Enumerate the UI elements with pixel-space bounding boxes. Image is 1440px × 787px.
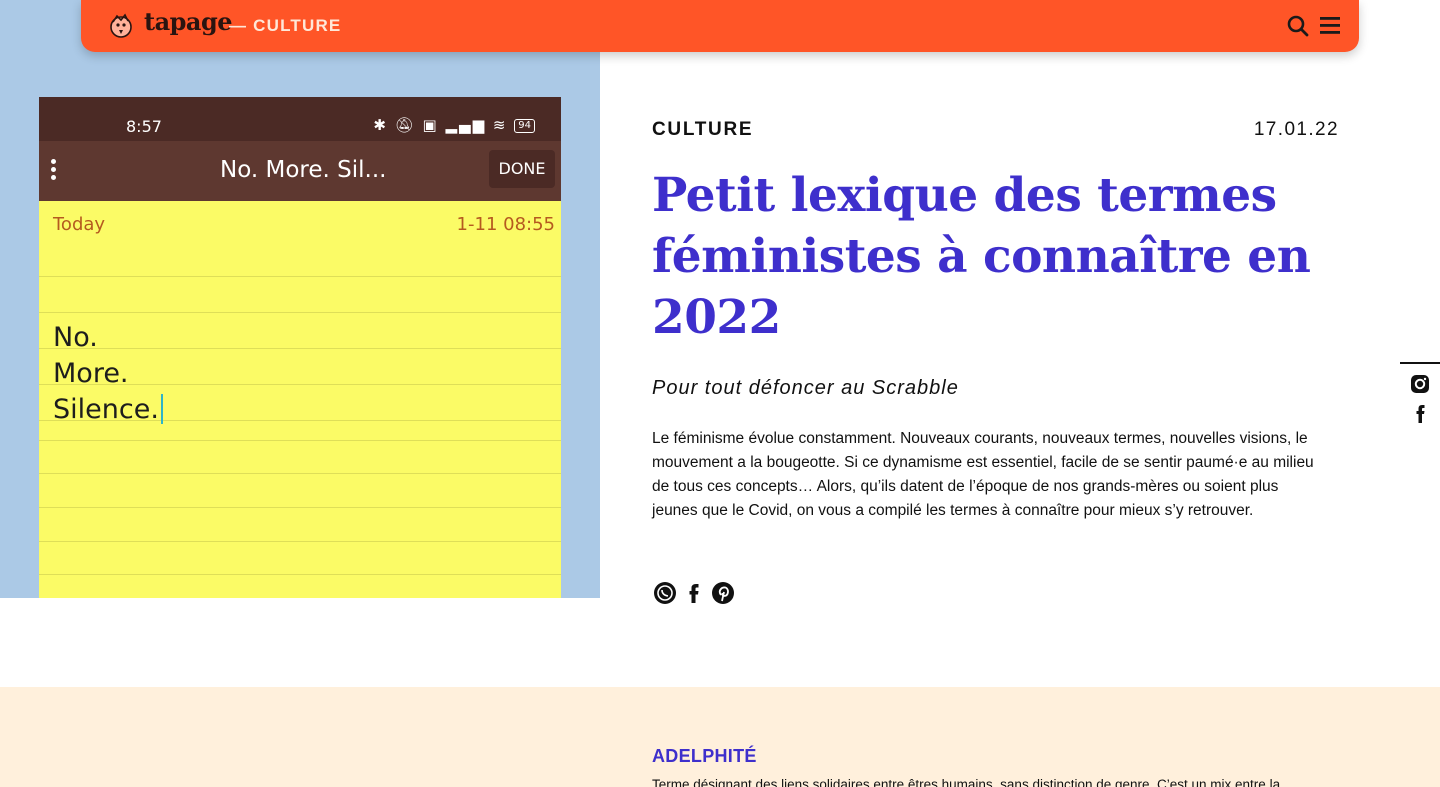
hero-image: 8:57 ✱ 🔕︎ ▣ ▂▄▆ ≋ 94 No. More. Sil... DO…	[0, 0, 600, 598]
hamburger-menu-icon[interactable]	[1318, 12, 1342, 38]
paper-line	[39, 473, 561, 474]
signal-icon: ▂▄▆	[445, 116, 487, 134]
instagram-icon[interactable]	[1410, 374, 1430, 394]
article-subtitle: Pour tout défoncer au Scrabble	[652, 377, 959, 399]
lexicon-definition: Terme désignant des liens solidaires ent…	[652, 777, 1281, 787]
side-social-divider	[1400, 362, 1440, 364]
facebook-icon[interactable]	[681, 580, 707, 606]
search-icon[interactable]	[1285, 13, 1311, 39]
side-social-bar	[1400, 362, 1440, 432]
phone-screenshot: 8:57 ✱ 🔕︎ ▣ ▂▄▆ ≋ 94 No. More. Sil... DO…	[39, 97, 561, 598]
phone-status-icons: ✱ 🔕︎ ▣ ▂▄▆ ≋ 94	[373, 116, 535, 134]
pinterest-icon[interactable]	[710, 580, 736, 606]
phone-done-button: DONE	[489, 150, 555, 188]
phone-status-bar: 8:57 ✱ 🔕︎ ▣ ▂▄▆ ≋ 94	[39, 97, 561, 141]
paper-line	[39, 507, 561, 508]
phone-status-time: 8:57	[126, 117, 162, 136]
lexicon-section: ADELPHITÉ Terme désignant des liens soli…	[0, 687, 1440, 787]
note-line: More.	[53, 358, 129, 389]
note-line: Silence.	[53, 394, 159, 425]
paper-line	[39, 312, 561, 313]
paper-line	[39, 276, 561, 277]
site-logo[interactable]: tapage	[144, 7, 233, 36]
battery-icon: 94	[514, 118, 535, 133]
note-line: No.	[53, 322, 98, 353]
phone-note-text: No. More. Silence.	[53, 320, 163, 428]
facebook-icon[interactable]	[1412, 404, 1428, 424]
phone-toolbar: No. More. Sil... DONE	[39, 141, 561, 201]
header-section-label[interactable]: — CULTURE	[229, 16, 341, 36]
lexicon-term: ADELPHITÉ	[652, 746, 757, 766]
article-intro: Le féminisme évolue constamment. Nouveau…	[652, 430, 1314, 519]
volte-icon: ▣	[422, 116, 439, 134]
article-title: Petit lexique des termes féministes à co…	[652, 168, 1311, 345]
paper-line	[39, 440, 561, 441]
article-date: 17.01.22	[1253, 119, 1339, 140]
phone-note-date: Today	[53, 214, 106, 235]
paper-line	[39, 541, 561, 542]
bluetooth-icon: ✱	[373, 116, 388, 134]
text-cursor	[160, 394, 163, 424]
site-header: tapage — CULTURE	[81, 0, 1359, 52]
phone-note-timestamp: 1-11 08:55	[456, 214, 555, 235]
phone-toolbar-title: No. More. Sil...	[220, 157, 387, 183]
note-line-with-cursor: Silence.	[53, 392, 163, 428]
article-category[interactable]: CULTURE	[652, 119, 753, 141]
bird-logo-icon[interactable]	[108, 12, 135, 39]
overflow-menu-icon	[51, 159, 59, 183]
wifi-icon: ≋	[492, 116, 508, 134]
paper-line	[39, 574, 561, 575]
whatsapp-icon[interactable]	[652, 580, 678, 606]
mute-icon: 🔕︎	[394, 116, 416, 134]
